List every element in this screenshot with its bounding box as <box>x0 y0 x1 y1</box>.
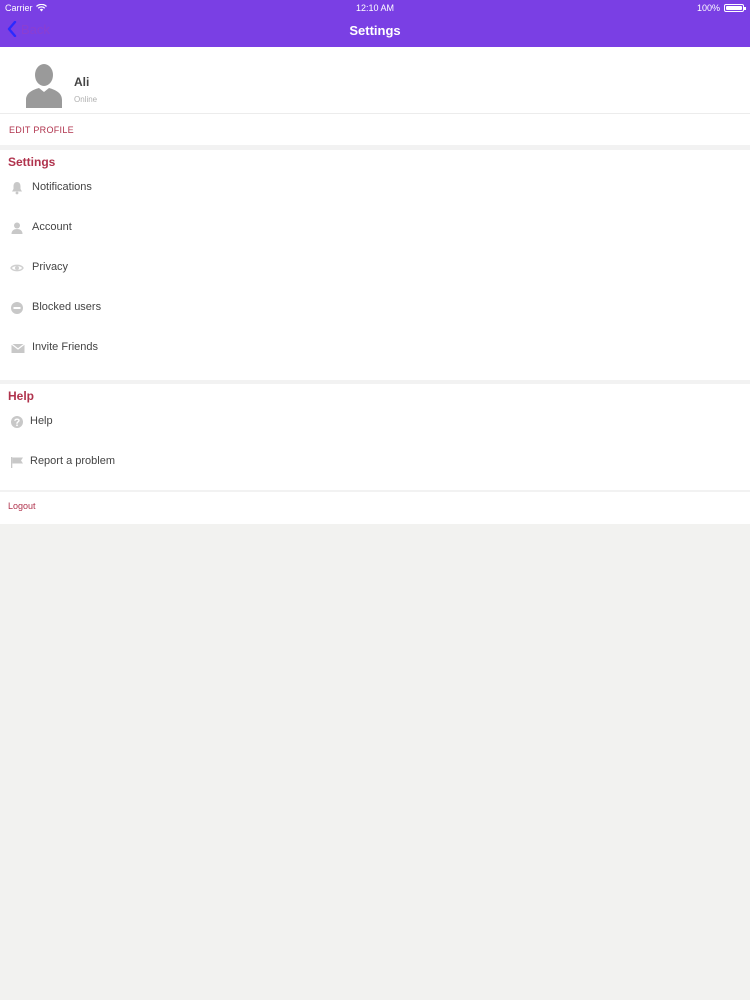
eye-icon <box>10 264 24 272</box>
profile-name: Ali <box>74 75 90 89</box>
settings-item-label: Account <box>32 221 72 233</box>
settings-item-invite-friends[interactable]: Invite Friends <box>0 334 750 364</box>
settings-item-notifications[interactable]: Notifications <box>0 174 750 204</box>
blocked-icon <box>11 302 23 314</box>
logout-row: Logout <box>0 492 750 524</box>
help-item-report-problem[interactable]: Report a problem <box>0 448 750 478</box>
battery-label: 100% <box>696 3 720 13</box>
settings-item-privacy[interactable]: Privacy <box>0 254 750 284</box>
status-battery: 100% <box>696 3 746 13</box>
settings-section: Settings Notifications Account Privacy B… <box>0 150 750 380</box>
profile-card: Ali Online <box>0 47 750 114</box>
profile-status: Online <box>74 95 98 104</box>
page-title: Settings <box>349 23 401 38</box>
edit-profile-button[interactable]: EDIT PROFILE <box>9 125 74 135</box>
settings-item-label: Invite Friends <box>32 341 99 353</box>
empty-content-area <box>0 524 750 1000</box>
battery-icon <box>724 4 746 12</box>
settings-item-account[interactable]: Account <box>0 214 750 244</box>
envelope-icon <box>11 343 25 353</box>
settings-item-blocked-users[interactable]: Blocked users <box>0 294 750 324</box>
settings-item-label: Blocked users <box>32 301 102 313</box>
edit-profile-row: EDIT PROFILE <box>0 114 750 145</box>
avatar <box>26 64 62 108</box>
bell-icon <box>12 182 22 195</box>
settings-item-label: Notifications <box>32 181 92 193</box>
question-icon <box>11 416 23 428</box>
help-section-title: Help <box>8 389 35 403</box>
help-item-label: Report a problem <box>30 455 115 467</box>
status-time: 12:10 AM <box>355 3 395 13</box>
help-item-help[interactable]: Help <box>0 408 750 438</box>
settings-item-label: Privacy <box>32 261 69 273</box>
settings-section-title: Settings <box>8 155 56 169</box>
help-section: Help Help Report a problem <box>0 384 750 490</box>
person-icon <box>11 222 23 234</box>
logout-button[interactable]: Logout <box>8 501 36 511</box>
navigation-bar: Carrier 12:10 AM 100% Back Settings <box>0 0 750 47</box>
help-item-label: Help <box>30 415 53 427</box>
flag-icon <box>11 457 23 468</box>
